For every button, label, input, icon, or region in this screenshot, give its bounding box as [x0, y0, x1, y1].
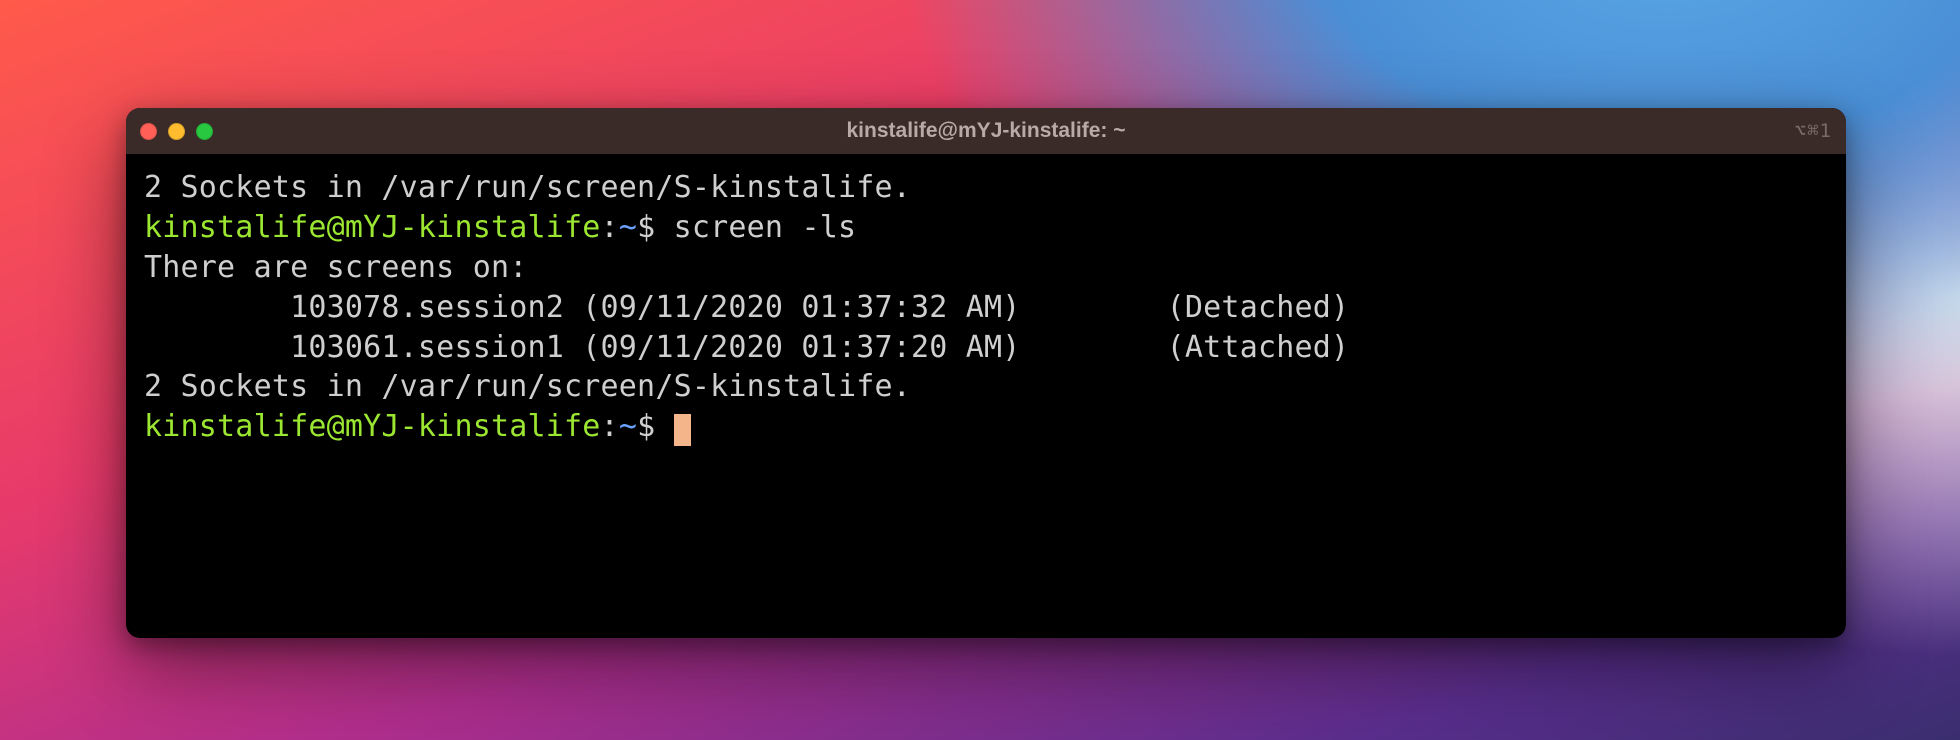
terminal-prompt-line: kinstalife@mYJ-kinstalife:~$ screen -ls	[144, 208, 1828, 248]
close-button[interactable]	[140, 123, 157, 140]
terminal-output-line: 103061.session1 (09/11/2020 01:37:20 AM)…	[144, 328, 1828, 368]
window-title: kinstalife@mYJ-kinstalife: ~	[126, 119, 1846, 143]
terminal-cursor	[674, 414, 691, 446]
window-titlebar[interactable]: kinstalife@mYJ-kinstalife: ~ ⌥⌘1	[126, 108, 1846, 154]
traffic-lights	[140, 123, 213, 140]
prompt-path: ~	[619, 409, 637, 444]
terminal-output-line: 2 Sockets in /var/run/screen/S-kinstalif…	[144, 168, 1828, 208]
terminal-body[interactable]: 2 Sockets in /var/run/screen/S-kinstalif…	[126, 154, 1846, 465]
prompt-dollar: $	[637, 210, 655, 245]
terminal-command: screen -ls	[674, 210, 857, 245]
prompt-dollar: $	[637, 409, 655, 444]
prompt-path: ~	[619, 210, 637, 245]
terminal-prompt-line: kinstalife@mYJ-kinstalife:~$	[144, 407, 1828, 447]
terminal-output-line: 103078.session2 (09/11/2020 01:37:32 AM)…	[144, 288, 1828, 328]
prompt-userhost: kinstalife@mYJ-kinstalife	[144, 409, 601, 444]
prompt-userhost: kinstalife@mYJ-kinstalife	[144, 210, 601, 245]
terminal-output-line: There are screens on:	[144, 248, 1828, 288]
maximize-button[interactable]	[196, 123, 213, 140]
window-shortcut-indicator: ⌥⌘1	[1795, 120, 1832, 142]
minimize-button[interactable]	[168, 123, 185, 140]
terminal-output-line: 2 Sockets in /var/run/screen/S-kinstalif…	[144, 367, 1828, 407]
prompt-separator: :	[601, 210, 619, 245]
terminal-window: kinstalife@mYJ-kinstalife: ~ ⌥⌘1 2 Socke…	[126, 108, 1846, 638]
prompt-separator: :	[601, 409, 619, 444]
